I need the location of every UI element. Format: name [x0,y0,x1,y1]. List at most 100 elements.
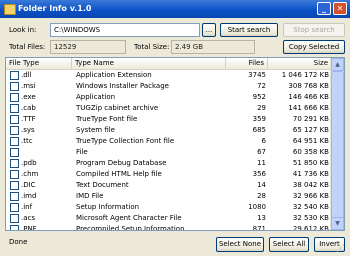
cell-file-type: .ttc [21,137,33,145]
copy-selected-button[interactable]: Copy Selected [283,40,345,54]
total-size-label: Total Size: [134,43,170,51]
cell-type-name: TUGZip cabinet archive [76,104,159,112]
window-title: Folder Info v.1.0 [18,4,92,13]
list-item[interactable]: .dll Application Extension 3745 1 046 172 K… [6,70,332,81]
cell-size: 70 291 KB [292,115,329,123]
list-item[interactable]: .msi Windows Installer Package 72 308 768 K… [6,81,332,92]
cell-size: 65 127 KB [292,126,329,134]
cell-size: 64 951 KB [292,137,329,145]
cell-file-type: .pdb [21,159,37,167]
cell-size: 38 042 KB [292,181,329,189]
cell-files: 952 [252,93,266,101]
list-item[interactable]: .imd IMD File 28 32 966 KB [6,191,332,202]
cell-files: 359 [252,115,266,123]
checkbox-icon[interactable] [10,104,19,113]
cell-size: 1 046 172 KB [281,71,329,79]
list-item[interactable]: .inf Setup Information 1080 32 540 KB [6,202,332,213]
checkbox-icon[interactable] [10,137,19,146]
column-size[interactable]: Size [268,58,332,69]
browse-button[interactable]: ... [202,23,216,37]
list-item[interactable]: .exe Application 952 146 466 KB [6,92,332,103]
scroll-down-icon[interactable]: ▼ [331,217,344,230]
list-item[interactable]: .cab TUGZip cabinet archive 29 141 666 KB [6,103,332,114]
cell-type-name: Setup Information [76,203,140,211]
cell-file-type: .exe [21,93,36,101]
close-button[interactable]: ✕ [333,2,347,15]
cell-type-name: Application [76,93,116,101]
main-window: Folder Info v.1.0 _ ✕ Look in: C:\WINDOW… [0,0,350,256]
cell-type-name: Application Extension [76,71,152,79]
checkbox-icon[interactable] [10,192,19,201]
cell-file-type: .TTF [21,115,36,123]
list-item[interactable]: .sys System file 685 65 127 KB [6,125,332,136]
cell-files: 28 [257,192,266,200]
cell-file-type: .inf [21,203,33,211]
cell-size: 32 966 KB [292,192,329,200]
checkbox-icon[interactable] [10,170,19,179]
cell-size: 32 530 KB [292,214,329,222]
scroll-thumb[interactable] [331,71,344,221]
cell-file-type: .msi [21,82,36,90]
checkbox-icon[interactable] [10,126,19,135]
cell-type-name: System file [76,126,115,134]
cell-type-name: Microsoft Agent Character File [76,214,182,222]
cell-file-type: .chm [21,170,39,178]
title-bar[interactable]: Folder Info v.1.0 _ ✕ [0,0,350,18]
checkbox-icon[interactable] [10,148,19,157]
minimize-button[interactable]: _ [317,2,331,15]
cell-type-name: IMD File [76,192,104,200]
vertical-scrollbar[interactable]: ▲ ▼ [330,58,344,230]
checkbox-icon[interactable] [10,225,19,230]
cell-files: 11 [257,159,266,167]
size-grip-icon[interactable]: ⋰ [336,244,346,254]
file-type-list[interactable]: File Type Type Name Files Size .dll Appli… [5,57,345,231]
cell-size: 308 768 KB [288,82,329,90]
cell-size: 51 850 KB [292,159,329,167]
list-item[interactable]: .acs Microsoft Agent Character File 13 32 5… [6,213,332,224]
list-item[interactable]: .PNF Precompiled Setup Information 871 29 6… [6,224,332,231]
cell-type-name: Precompiled Setup Information [76,225,185,231]
scroll-up-icon[interactable]: ▲ [331,58,344,71]
select-all-button[interactable]: Select All [269,237,309,252]
status-text: Done [9,238,28,246]
cell-files: 29 [257,104,266,112]
list-item[interactable]: .pdb Program Debug Database 11 51 850 KB [6,158,332,169]
cell-type-name: TrueType Font file [76,115,138,123]
column-type-name[interactable]: Type Name [72,58,226,69]
cell-type-name: Text Document [76,181,129,189]
stop-search-button[interactable]: Stop search [283,23,345,37]
cell-files: 14 [257,181,266,189]
list-item[interactable]: File 67 60 358 KB [6,147,332,158]
start-search-button[interactable]: Start search [220,23,278,37]
checkbox-icon[interactable] [10,181,19,190]
checkbox-icon[interactable] [10,71,19,80]
checkbox-icon[interactable] [10,82,19,91]
checkbox-icon[interactable] [10,93,19,102]
checkbox-icon[interactable] [10,214,19,223]
total-files-value: 12529 [50,40,126,54]
checkbox-icon[interactable] [10,159,19,168]
cell-type-name: TrueType Collection Font file [76,137,175,145]
cell-files: 13 [257,214,266,222]
checkbox-icon[interactable] [10,115,19,124]
cell-files: 1080 [248,203,266,211]
list-item[interactable]: .chm Compiled HTML Help file 356 41 736 KB [6,169,332,180]
column-file-type[interactable]: File Type [6,58,72,69]
total-files-label: Total Files: [9,43,46,51]
select-none-button[interactable]: Select None [216,237,264,252]
checkbox-icon[interactable] [10,203,19,212]
cell-size: 141 666 KB [288,104,329,112]
column-files[interactable]: Files [226,58,268,69]
look-in-input[interactable]: C:\WINDOWS [50,23,200,37]
cell-file-type: .DIC [21,181,36,189]
cell-files: 72 [257,82,266,90]
list-item[interactable]: .DIC Text Document 14 38 042 KB [6,180,332,191]
cell-files: 356 [252,170,266,178]
cell-type-name: Program Debug Database [76,159,167,167]
list-item[interactable]: .ttc TrueType Collection Font file 6 64 951… [6,136,332,147]
cell-file-type: .cab [21,104,36,112]
cell-file-type: .acs [21,214,36,222]
list-item[interactable]: .TTF TrueType Font file 359 70 291 KB [6,114,332,125]
cell-files: 67 [257,148,266,156]
cell-type-name: Windows Installer Package [76,82,169,90]
